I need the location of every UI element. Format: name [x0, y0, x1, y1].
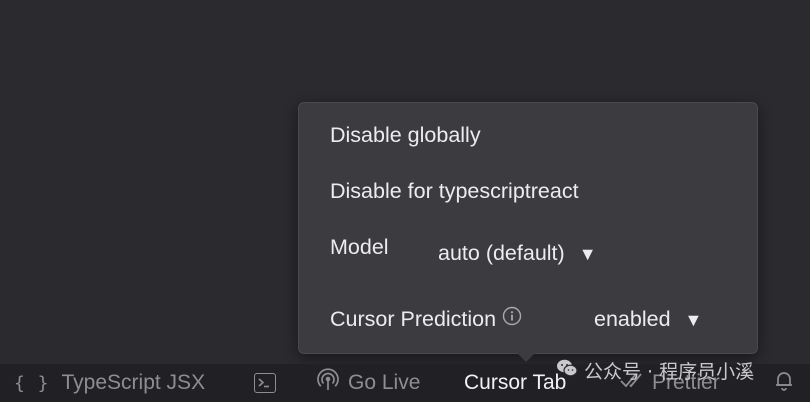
model-select-value: auto (default)	[438, 241, 565, 265]
cursor-tab-button[interactable]: Cursor Tab	[464, 364, 566, 402]
watermark: 公众号 · 程序员小溪	[556, 355, 754, 385]
model-label: Model	[330, 235, 389, 259]
caret-down-icon: ▼	[684, 310, 703, 330]
braces-icon: { }	[14, 372, 50, 394]
language-mode-label: TypeScript JSX	[61, 371, 206, 394]
model-select[interactable]: auto (default) ▼	[438, 240, 597, 267]
disable-globally-item[interactable]: Disable globally	[330, 122, 481, 148]
notifications-button[interactable]	[772, 364, 796, 402]
cursor-prediction-select[interactable]: enabled ▼	[594, 306, 702, 333]
cursor-tab-popup: Disable globally Disable for typescriptr…	[298, 102, 758, 354]
wechat-icon	[556, 358, 578, 383]
cursor-prediction-label: Cursor Prediction	[330, 306, 522, 332]
cursor-tab-label: Cursor Tab	[464, 371, 567, 394]
info-icon[interactable]	[502, 306, 522, 332]
terminal-button[interactable]	[254, 364, 276, 402]
cursor-prediction-text: Cursor Prediction	[330, 307, 497, 331]
bell-icon	[772, 368, 796, 398]
caret-down-icon: ▼	[578, 244, 597, 264]
disable-for-language-item[interactable]: Disable for typescriptreact	[330, 178, 579, 204]
broadcast-icon	[316, 368, 340, 398]
language-mode-item[interactable]: { } TypeScript JSX	[14, 364, 205, 402]
go-live-button[interactable]: Go Live	[316, 364, 420, 402]
go-live-label: Go Live	[348, 371, 421, 394]
terminal-icon	[254, 373, 276, 393]
watermark-text: 公众号 · 程序员小溪	[584, 360, 755, 383]
popup-pointer	[517, 353, 535, 362]
cursor-prediction-value: enabled	[594, 307, 671, 331]
